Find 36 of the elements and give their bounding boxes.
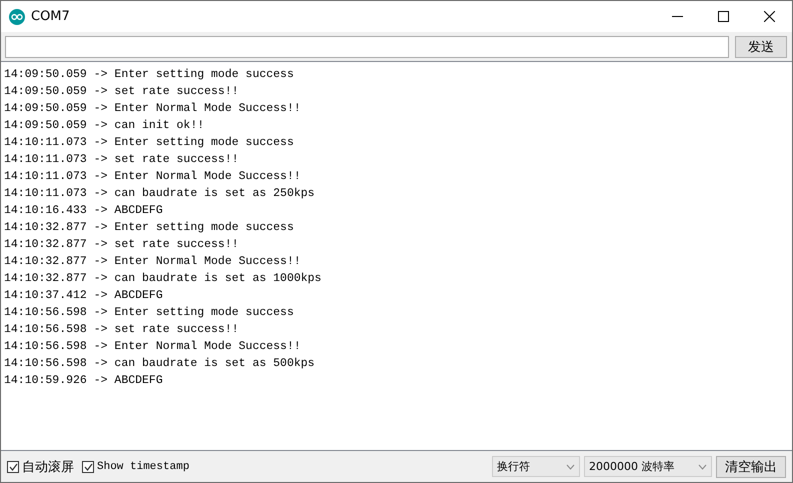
- log-line: 14:10:56.598 -> Enter Normal Mode Success!!: [4, 339, 302, 355]
- log-line: 14:09:50.059 -> set rate success!!: [4, 84, 240, 100]
- log-line: 14:10:32.877 -> can baudrate is set as 1000kps: [4, 271, 322, 287]
- log-line: 14:10:59.926 -> ABCDEFG: [4, 373, 164, 389]
- checkbox-label: 自动滚屏: [22, 458, 74, 476]
- log-line: 14:10:32.877 -> Enter Normal Mode Success!!: [4, 254, 302, 270]
- log-line: 14:10:32.877 -> set rate success!!: [4, 237, 240, 253]
- line-ending-dropdown[interactable]: 换行符: [492, 456, 580, 477]
- log-line: 14:10:11.073 -> set rate success!!: [4, 152, 240, 168]
- send-button[interactable]: 发送: [735, 36, 787, 58]
- log-line: 14:09:50.059 -> can init ok!!: [4, 118, 206, 134]
- log-line: 14:10:56.598 -> set rate success!!: [4, 322, 240, 338]
- checkbox-label: Show timestamp: [97, 460, 190, 472]
- caret-icon: [698, 464, 707, 470]
- log-line: 14:10:16.433 -> ABCDEFG: [4, 203, 164, 219]
- close-icon: [764, 11, 774, 22]
- log-line: 14:10:32.877 -> Enter setting mode success: [4, 220, 295, 236]
- maximize-icon: [718, 11, 728, 22]
- log-line: 14:10:56.598 -> Enter setting mode success: [4, 305, 295, 321]
- log-line: 14:09:50.059 -> Enter setting mode success: [4, 67, 295, 83]
- check-icon: [8, 462, 18, 470]
- check-icon: [84, 462, 92, 470]
- checkbox[interactable]: [7, 460, 19, 472]
- log-line: 14:10:56.598 -> can baudrate is set as 500kps: [4, 356, 316, 372]
- checkbox[interactable]: [82, 460, 94, 472]
- log-line: 14:10:11.073 -> can baudrate is set as 250kps: [4, 186, 316, 202]
- app-logo-icon: [9, 8, 25, 24]
- input-field[interactable]: [5, 36, 729, 58]
- log-line: 14:09:50.059 -> Enter Normal Mode Success!!: [4, 101, 302, 117]
- log-line: 14:10:37.412 -> ABCDEFG: [4, 288, 164, 304]
- baud-rate-dropdown[interactable]: 2000000 波特率: [584, 456, 712, 477]
- clear-output-button[interactable]: 清空输出: [716, 456, 786, 478]
- log-line: 14:10:11.073 -> Enter Normal Mode Success!!: [4, 169, 302, 185]
- caret-icon: [566, 464, 575, 470]
- window-title: COM7: [31, 9, 71, 24]
- log-line: 14:10:11.073 -> Enter setting mode success: [4, 135, 295, 151]
